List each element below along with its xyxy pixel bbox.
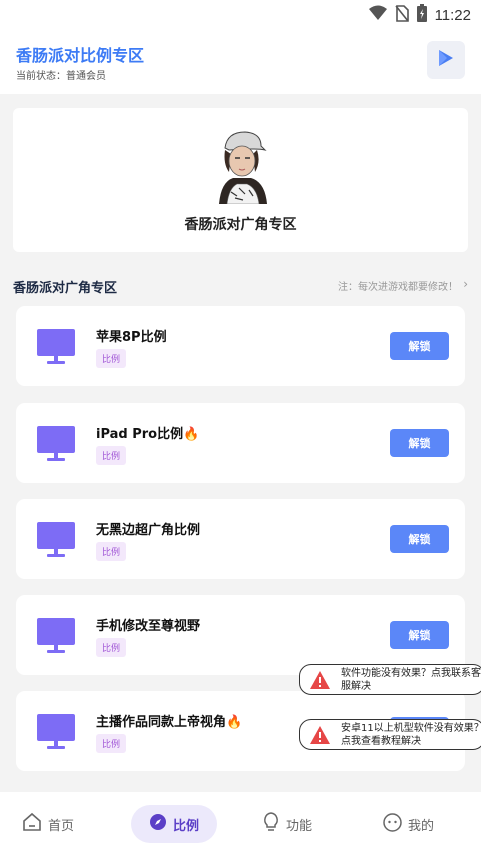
warning-icon xyxy=(309,670,331,690)
item-tag: 比例 xyxy=(96,542,127,561)
tutorial-tip[interactable]: 安卓11以上机型软件没有效果？点我查看教程解决 xyxy=(299,719,481,750)
nav-label: 首页 xyxy=(48,818,75,834)
membership-status: 当前状态：普通会员 xyxy=(16,71,106,82)
nav-label: 比例 xyxy=(173,818,200,834)
battery-icon xyxy=(416,4,427,26)
avatar xyxy=(209,128,277,205)
monitor-icon xyxy=(37,714,75,750)
home-icon xyxy=(22,812,42,836)
bottom-nav: 首页 比例 功能 我的 xyxy=(0,792,481,856)
unlock-button[interactable]: 解锁 xyxy=(390,429,449,457)
unlock-button[interactable]: 解锁 xyxy=(390,525,449,553)
page-title: 香肠派对比例专区 xyxy=(16,46,145,65)
status-bar: 11:22 xyxy=(0,0,481,30)
face-icon xyxy=(383,812,402,836)
item-name: iPad Pro比例🔥 xyxy=(96,427,200,442)
section-header: 香肠派对广角专区 注：每次进游戏都要修改！ › xyxy=(13,274,468,296)
unlock-button[interactable]: 解锁 xyxy=(390,621,449,649)
nav-label: 功能 xyxy=(286,818,313,834)
fire-icon: 🔥 xyxy=(226,715,243,730)
nav-item-ratio[interactable]: 比例 xyxy=(131,805,218,843)
monitor-icon xyxy=(37,618,75,654)
play-store-icon xyxy=(436,48,456,72)
wifi-icon xyxy=(368,5,387,25)
unlock-button[interactable]: 解锁 xyxy=(390,332,449,360)
chevron-right-icon[interactable]: › xyxy=(463,277,468,291)
list-item: 苹果8P比例 比例 解锁 xyxy=(16,306,465,386)
list-item: iPad Pro比例🔥 比例 解锁 xyxy=(16,403,465,483)
app-header: 香肠派对比例专区 当前状态：普通会员 xyxy=(0,30,481,94)
tip-text: 安卓11以上机型软件没有效果？点我查看教程解决 xyxy=(341,722,481,747)
monitor-icon xyxy=(37,522,75,558)
list-item: 手机修改至尊视野 比例 解锁 xyxy=(16,595,465,675)
item-name: 手机修改至尊视野 xyxy=(96,619,201,634)
section-title: 香肠派对广角专区 xyxy=(13,281,118,296)
no-sim-icon xyxy=(394,4,409,26)
support-tip[interactable]: 软件功能没有效果？点我联系客服解决 xyxy=(299,664,481,695)
monitor-icon xyxy=(37,426,75,462)
fire-icon: 🔥 xyxy=(183,427,200,442)
compass-icon xyxy=(149,813,167,835)
bulb-icon xyxy=(262,812,280,836)
item-tag: 比例 xyxy=(96,638,127,657)
section-note[interactable]: 注：每次进游戏都要修改！ xyxy=(338,278,458,293)
monitor-icon xyxy=(37,329,75,365)
item-name: 苹果8P比例 xyxy=(96,330,167,345)
clock: 11:22 xyxy=(434,6,471,24)
nav-item-mine[interactable]: 我的 xyxy=(383,805,434,843)
warning-icon xyxy=(309,725,331,745)
item-name: 主播作品同款上帝视角🔥 xyxy=(96,715,243,730)
hero-title: 香肠派对广角专区 xyxy=(184,217,297,233)
item-name: 无黑边超广角比例 xyxy=(96,523,201,538)
nav-item-features[interactable]: 功能 xyxy=(262,805,312,843)
nav-label: 我的 xyxy=(408,818,435,834)
item-tag: 比例 xyxy=(96,446,127,465)
item-tag: 比例 xyxy=(96,349,127,368)
list-item: 无黑边超广角比例 比例 解锁 xyxy=(16,499,465,579)
nav-item-home[interactable]: 首页 xyxy=(22,805,74,843)
item-tag: 比例 xyxy=(96,734,127,753)
play-button[interactable] xyxy=(427,41,465,79)
hero-card: 香肠派对广角专区 xyxy=(13,108,468,252)
tip-text: 软件功能没有效果？点我联系客服解决 xyxy=(341,667,481,692)
